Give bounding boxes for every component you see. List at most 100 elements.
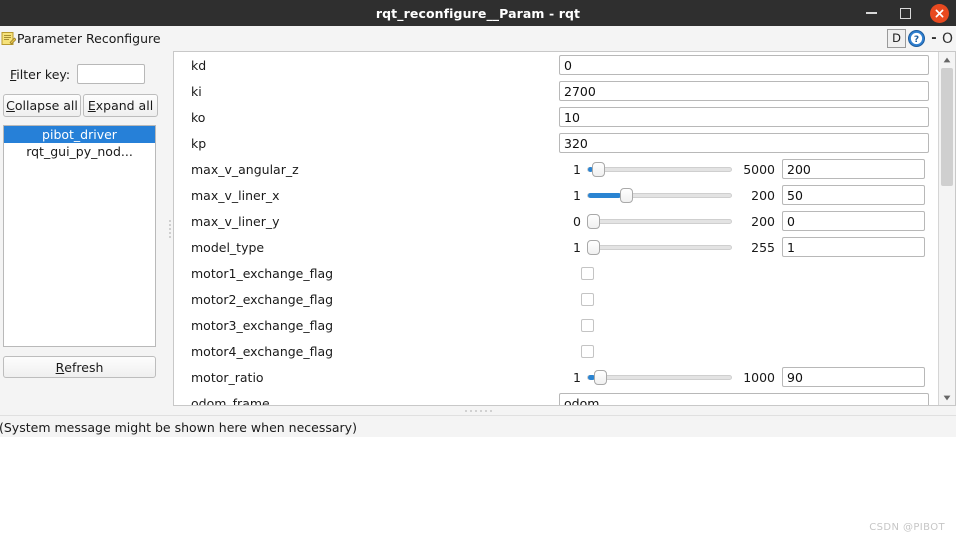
parameter-row: motor1_exchange_flag [174, 260, 938, 286]
parameter-row: motor4_exchange_flag [174, 338, 938, 364]
parameter-control [559, 133, 938, 153]
vertical-splitter-handle[interactable] [166, 51, 173, 406]
slider-max-label: 200 [751, 213, 775, 229]
parameter-name: max_v_angular_z [191, 161, 299, 177]
parameter-name: motor4_exchange_flag [191, 343, 334, 359]
parameter-row: max_v_liner_x 1 200 [174, 182, 938, 208]
window-title: rqt_reconfigure__Param - rqt [375, 5, 581, 21]
parameter-row: max_v_liner_y 0 200 [174, 208, 938, 234]
parameter-text-input[interactable] [559, 81, 929, 101]
sidebar-panel: Filter key: Collapse all Expand all pibo… [0, 51, 165, 406]
close-button[interactable] [922, 0, 956, 26]
parameter-text-input[interactable] [559, 133, 929, 153]
slider-min-label: 0 [573, 213, 581, 229]
parameter-text-input[interactable] [559, 107, 929, 127]
parameter-row: ko [174, 104, 938, 130]
list-item[interactable]: pibot_driver [4, 126, 155, 143]
minimize-icon[interactable] [854, 0, 888, 26]
parameter-value-input[interactable] [782, 367, 925, 387]
parameter-value-input[interactable] [782, 211, 925, 231]
parameter-name: model_type [191, 239, 265, 255]
parameter-text-input[interactable] [559, 55, 929, 75]
parameter-control [559, 266, 938, 280]
parameter-value-input[interactable] [782, 185, 925, 205]
svg-text:?: ? [914, 35, 919, 45]
parameter-row: model_type 1 255 [174, 234, 938, 260]
parameter-name: ko [191, 109, 206, 125]
parameter-name: kp [191, 135, 207, 151]
slider-thumb[interactable] [593, 370, 607, 385]
parameter-value-input[interactable] [782, 237, 925, 257]
slider-max-label: 255 [751, 239, 775, 255]
slider-thumb[interactable] [592, 162, 606, 177]
parameter-checkbox[interactable] [581, 266, 594, 280]
parameter-control: 1 200 [559, 185, 938, 205]
parameter-scrollbar[interactable] [938, 52, 955, 405]
list-item[interactable]: rqt_gui_py_nod... [4, 143, 155, 160]
filter-key-input[interactable] [77, 64, 146, 84]
horizontal-splitter-handle[interactable] [0, 406, 956, 415]
plugin-title: Parameter Reconfigure [17, 31, 161, 46]
parameter-reconfigure-icon [1, 31, 17, 46]
slider-thumb[interactable] [587, 240, 600, 255]
parameter-row: odom_frame [174, 390, 938, 405]
expand-all-button[interactable]: Expand all [83, 94, 158, 117]
parameter-name: ki [191, 83, 202, 99]
parameter-control [559, 318, 938, 332]
plugin-title-wrap: Parameter Reconfigure [0, 31, 161, 46]
refresh-button[interactable]: Refresh [3, 356, 156, 378]
slider-fill [588, 193, 621, 198]
slider-max-label: 5000 [743, 161, 775, 177]
status-bar: (System message might be shown here when… [0, 415, 956, 438]
parameter-control [559, 81, 938, 101]
scroll-down-icon[interactable] [939, 390, 955, 405]
collapse-all-button[interactable]: Collapse all [3, 94, 81, 117]
parameter-control [559, 393, 938, 405]
parameter-text-input[interactable] [559, 393, 929, 405]
slider-track [587, 167, 732, 172]
slider-thumb[interactable] [620, 188, 633, 203]
slider-thumb[interactable] [587, 214, 600, 229]
parameter-control: 1 1000 [559, 367, 938, 387]
parameter-checkbox[interactable] [581, 318, 594, 332]
scrollbar-thumb[interactable] [941, 68, 953, 186]
parameter-row: motor_ratio 1 1000 [174, 364, 938, 390]
parameter-slider[interactable] [587, 212, 732, 230]
maximize-icon[interactable] [888, 0, 922, 26]
refresh-row: Refresh [3, 356, 165, 378]
plugin-close-button[interactable]: O [942, 29, 956, 48]
parameter-control: 1 255 [559, 237, 938, 257]
parameter-slider[interactable] [587, 160, 732, 178]
parameter-name: kd [191, 57, 207, 73]
filter-key-label: Filter key: [10, 66, 71, 82]
watermark: CSDN @PIBOT [869, 522, 945, 533]
parameter-control [559, 292, 938, 306]
parameter-checkbox[interactable] [581, 292, 594, 306]
parameter-name: motor1_exchange_flag [191, 265, 334, 281]
node-list[interactable]: pibot_driver rqt_gui_py_nod... [3, 125, 156, 347]
parameter-row: ki [174, 78, 938, 104]
parameter-row: kd [174, 52, 938, 78]
parameter-slider[interactable] [587, 238, 732, 256]
scroll-up-icon[interactable] [939, 52, 955, 67]
parameter-slider[interactable] [587, 186, 732, 204]
parameter-name: motor3_exchange_flag [191, 317, 334, 333]
plugin-header: Parameter Reconfigure D ? - O [0, 26, 956, 52]
tree-control-buttons: Collapse all Expand all [0, 94, 165, 117]
slider-min-label: 1 [573, 187, 581, 203]
parameter-control [559, 55, 938, 75]
rqt-reconfigure-window: rqt_reconfigure__Param - rqt Parameter R… [0, 0, 956, 542]
filter-row: Filter key: [0, 64, 165, 84]
dock-button[interactable]: D [887, 29, 906, 48]
parameter-control [559, 107, 938, 127]
parameter-slider[interactable] [587, 368, 732, 386]
slider-min-label: 1 [573, 369, 581, 385]
plugin-minimize-button[interactable]: - [926, 29, 942, 48]
parameter-value-input[interactable] [782, 159, 925, 179]
slider-max-label: 1000 [743, 369, 775, 385]
plugin-controls: D ? - O [887, 26, 956, 51]
help-question-icon[interactable]: ? [907, 29, 926, 48]
parameter-control: 0 200 [559, 211, 938, 231]
work-area: Filter key: Collapse all Expand all pibo… [0, 51, 956, 406]
parameter-checkbox[interactable] [581, 344, 594, 358]
